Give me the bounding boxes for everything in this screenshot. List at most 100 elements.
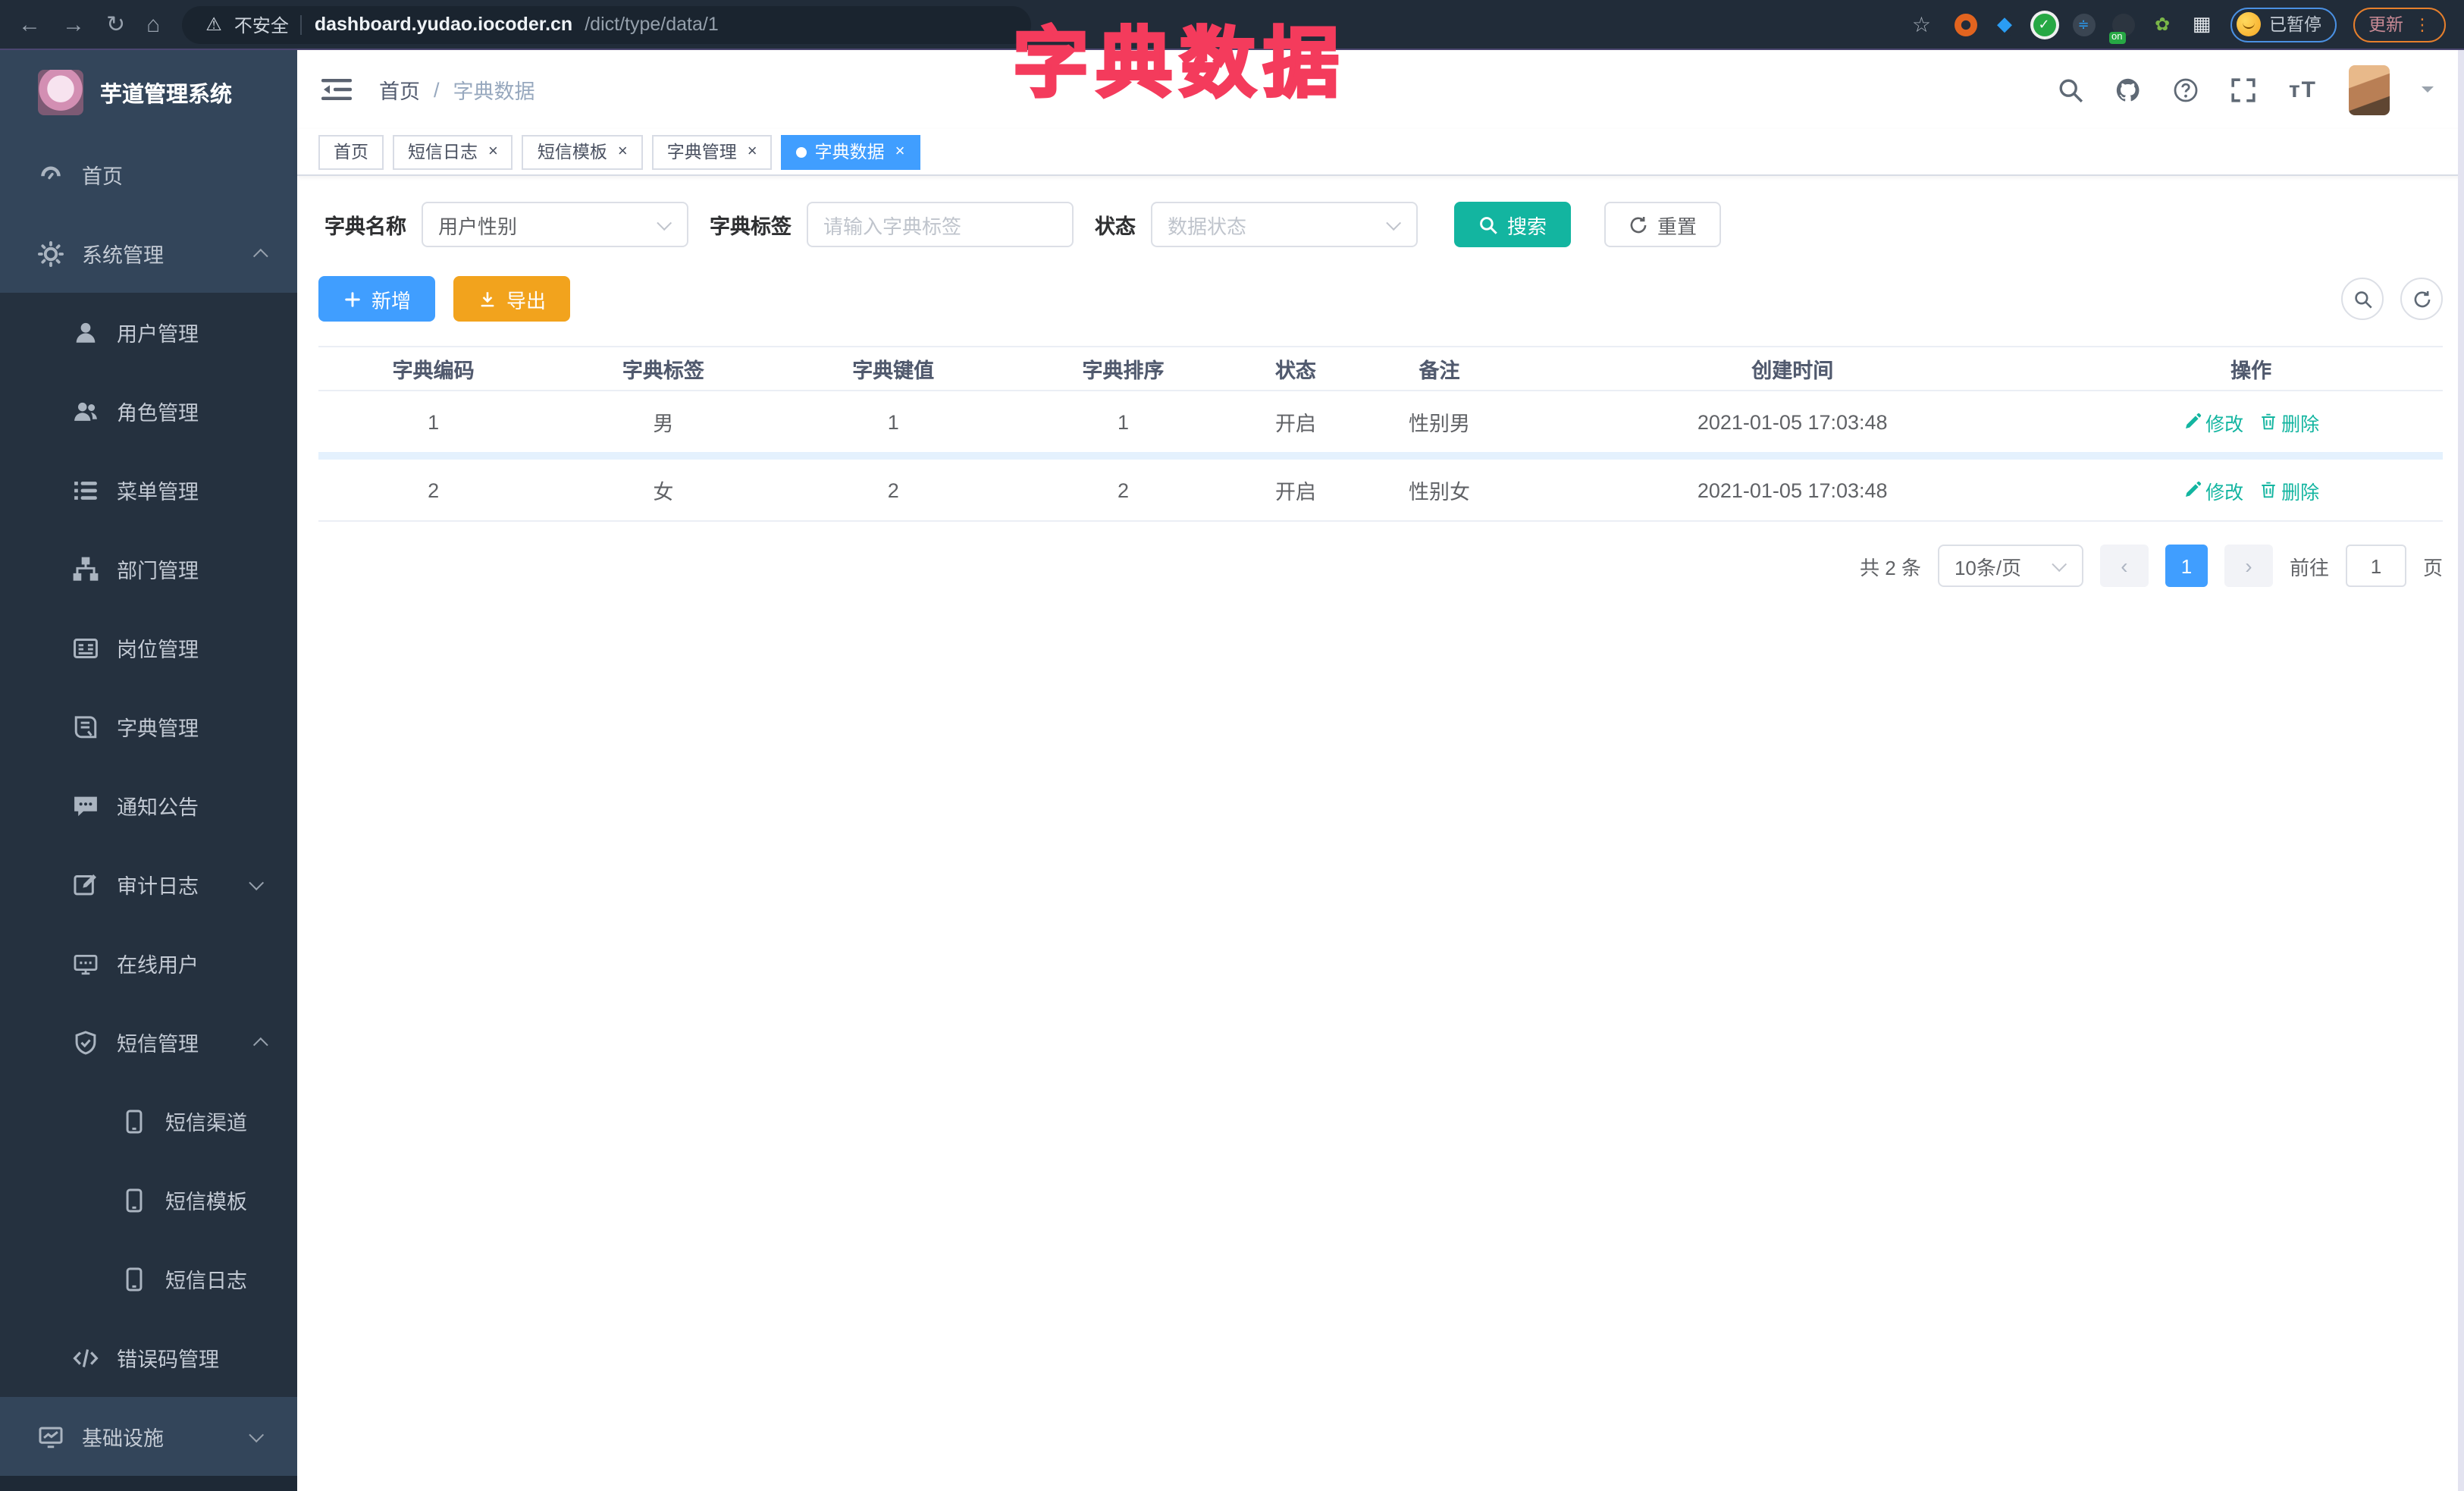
sidebar-item-system-mgmt[interactable]: 系统管理	[0, 214, 297, 293]
extension-on-badge: on	[2108, 31, 2126, 43]
sidebar-item-sms-channel[interactable]: 短信渠道	[0, 1081, 297, 1160]
sidebar-item-label: 系统管理	[82, 244, 164, 267]
users-icon	[73, 398, 99, 424]
sidebar-item-dept-mgmt[interactable]: 部门管理	[0, 529, 297, 608]
update-button[interactable]: 更新 ⋮	[2353, 7, 2446, 42]
green-check-extension-icon[interactable]: ✓	[2033, 13, 2055, 36]
address-bar[interactable]: ⚠ 不安全 dashboard.yudao.iocoder.cn/dict/ty…	[181, 5, 1031, 43]
tab-sms-log[interactable]: 短信日志 ×	[393, 134, 513, 169]
reload-icon[interactable]: ↻	[106, 13, 125, 36]
sidebar-item-label: 短信模板	[165, 1191, 247, 1213]
close-tab-icon[interactable]: ×	[618, 143, 628, 160]
refresh-button[interactable]	[2400, 278, 2443, 320]
tab-dict-data[interactable]: 字典数据 ×	[781, 134, 920, 169]
avatar-caret-icon[interactable]	[2422, 86, 2434, 99]
export-button[interactable]: 导出	[453, 276, 571, 322]
sidebar-item-sms-log[interactable]: 短信日志	[0, 1239, 297, 1318]
green-leaf-extension-icon[interactable]: ✿	[2151, 13, 2174, 36]
sidebar-item-role-mgmt[interactable]: 角色管理	[0, 372, 297, 450]
bookmark-star-icon[interactable]: ☆	[1912, 11, 1931, 37]
online-icon	[73, 950, 99, 976]
sidebar-item-post-mgmt[interactable]: 岗位管理	[0, 608, 297, 687]
delete-link[interactable]: 删除	[2259, 476, 2319, 504]
close-tab-icon[interactable]: ×	[895, 143, 905, 160]
sliders-extension-icon[interactable]: ≑	[2072, 13, 2095, 36]
show-search-button[interactable]	[2341, 278, 2384, 320]
sidebar-item-notice[interactable]: 通知公告	[0, 766, 297, 845]
table-tools	[2341, 278, 2443, 320]
trash-icon	[2259, 481, 2277, 499]
url-divider	[300, 14, 303, 34]
edit-link[interactable]: 修改	[2183, 407, 2243, 436]
cell-sort: 2	[1008, 456, 1239, 522]
kebab-menu-icon[interactable]: ⋮	[2414, 14, 2431, 34]
sidebar-item-error-code-mgmt[interactable]: 错误码管理	[0, 1318, 297, 1397]
sidebar-item-dict-mgmt[interactable]: 字典管理	[0, 687, 297, 766]
infra-icon	[38, 1424, 64, 1449]
chevron-down-icon	[1386, 215, 1402, 231]
tab-dict-mgmt[interactable]: 字典管理 ×	[651, 134, 773, 169]
back-icon[interactable]: ←	[18, 13, 41, 36]
tab-label: 短信模板	[537, 144, 607, 162]
dict-name-select[interactable]: 用户性别	[422, 202, 688, 247]
reset-button[interactable]: 重置	[1604, 202, 1722, 247]
org-tree-icon	[73, 556, 99, 582]
font-size-icon[interactable]: ᴛT	[2289, 77, 2317, 102]
sidebar-item-menu-mgmt[interactable]: 菜单管理	[0, 450, 297, 529]
page-size-select[interactable]: 10条/页	[1937, 545, 2083, 587]
next-page-button[interactable]: ›	[2224, 545, 2273, 587]
forward-icon[interactable]: →	[62, 13, 85, 36]
dark-on-extension-icon[interactable]: on	[2108, 13, 2134, 43]
sidebar-item-audit-log[interactable]: 审计日志	[0, 845, 297, 924]
url-path: /dict/type/data/1	[585, 14, 719, 35]
cell-status: 开启	[1238, 391, 1353, 460]
cell-actions: 修改 删除	[2059, 391, 2443, 460]
dict-tag-label: 字典标签	[710, 215, 792, 238]
help-icon[interactable]	[2174, 77, 2199, 102]
tab-sms-template[interactable]: 短信模板 ×	[522, 134, 643, 169]
orange-ring-extension-icon[interactable]	[1954, 13, 1977, 36]
breadcrumb: 首页 / 字典数据	[379, 74, 535, 105]
close-tab-icon[interactable]: ×	[748, 143, 757, 160]
tab-home[interactable]: 首页	[318, 134, 384, 169]
github-icon[interactable]	[2116, 77, 2142, 102]
sidebar-item-infrastructure[interactable]: 基础设施	[0, 1397, 297, 1476]
app-logo[interactable]: 芋道管理系统	[0, 50, 297, 135]
edit-link[interactable]: 修改	[2183, 476, 2243, 504]
column-header: 字典排序	[1008, 346, 1239, 391]
audit-icon	[73, 871, 99, 897]
home-icon[interactable]: ⌂	[146, 13, 160, 36]
table-header-row: 字典编码 字典标签 字典键值 字典排序 状态 备注 创建时间 操作	[318, 346, 2443, 391]
current-page-button[interactable]: 1	[2165, 545, 2208, 587]
search-icon[interactable]	[2058, 77, 2084, 102]
status-label: 状态	[1095, 215, 1136, 238]
breadcrumb-separator: /	[434, 78, 440, 101]
scrollbar-track[interactable]	[2458, 50, 2464, 1491]
cell-code: 2	[318, 456, 549, 522]
user-avatar[interactable]	[2349, 64, 2390, 115]
goto-page-input[interactable]: 1	[2345, 545, 2406, 587]
sidebar-item-online-users[interactable]: 在线用户	[0, 924, 297, 1003]
sidebar-item-home[interactable]: 首页	[0, 135, 297, 214]
sidebar-item-user-mgmt[interactable]: 用户管理	[0, 293, 297, 372]
blue-drop-extension-icon[interactable]: ◆	[1993, 12, 2016, 36]
puzzle-extension-icon[interactable]: ▦	[2190, 12, 2213, 36]
fullscreen-icon[interactable]	[2231, 77, 2257, 102]
sidebar-item-sms-template[interactable]: 短信模板	[0, 1160, 297, 1239]
chevron-down-icon	[657, 215, 672, 231]
sidebar-item-sms-mgmt[interactable]: 短信管理	[0, 1003, 297, 1081]
column-header: 字典编码	[318, 346, 549, 391]
dict-tag-input[interactable]: 请输入字典标签	[807, 202, 1074, 247]
add-button[interactable]: 新增	[318, 276, 436, 322]
pagination: 共 2 条 10条/页 ‹ 1 › 前往 1 页	[318, 545, 2443, 587]
collapse-sidebar-icon[interactable]	[321, 77, 352, 102]
close-tab-icon[interactable]: ×	[488, 143, 498, 160]
breadcrumb-home[interactable]: 首页	[379, 74, 420, 105]
delete-link[interactable]: 删除	[2259, 407, 2319, 436]
status-select[interactable]: 数据状态	[1151, 202, 1418, 247]
profile-paused-pill[interactable]: 已暂停	[2230, 7, 2337, 42]
prev-page-button[interactable]: ‹	[2099, 545, 2149, 587]
header-actions: ᴛT	[2058, 64, 2434, 115]
search-button[interactable]: 搜索	[1454, 202, 1572, 247]
annotation-title: 字典数据	[1011, 20, 1346, 108]
